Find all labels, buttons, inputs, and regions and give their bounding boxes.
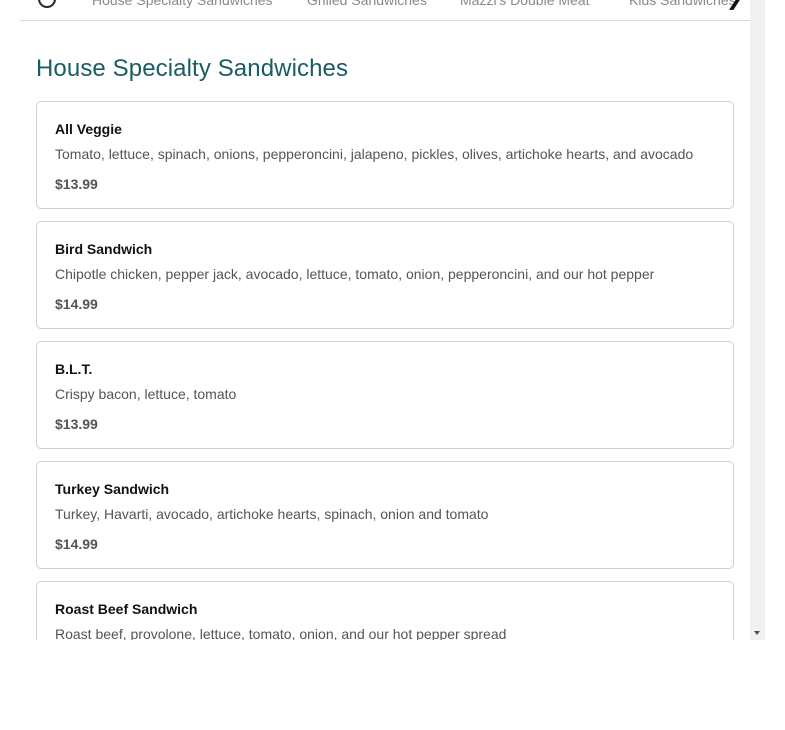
menu-item-description: Tomato, lettuce, spinach, onions, pepper… [55,146,694,162]
tab-mazzis-double-meat[interactable]: Mazzi's Double Meat [460,0,590,8]
menu-item-name: Bird Sandwich [55,241,153,257]
menu-item-card[interactable]: B.L.T. Crispy bacon, lettuce, tomato $13… [36,341,734,449]
menu-item-card[interactable]: All Veggie Tomato, lettuce, spinach, oni… [36,101,734,209]
menu-item-name: Roast Beef Sandwich [55,601,198,617]
page-viewport: House Specialty Sandwiches Grilled Sandw… [0,0,765,640]
tab-grilled-sandwiches[interactable]: Grilled Sandwiches [307,0,427,8]
chevron-right-icon[interactable]: ❯ [726,0,743,9]
tab-kids-sandwiches[interactable]: Kids Sandwiches [629,0,736,8]
menu-item-name: Turkey Sandwich [55,481,170,497]
menu-item-card[interactable]: Turkey Sandwich Turkey, Havarti, avocado… [36,461,734,569]
menu-item-price: $13.99 [55,416,98,432]
section-title: House Specialty Sandwiches [36,55,349,82]
menu-item-description: Crispy bacon, lettuce, tomato [55,386,237,402]
menu-item-name: B.L.T. [55,361,93,377]
category-nav: House Specialty Sandwiches Grilled Sandw… [20,0,750,21]
menu-item-description: Roast beef, provolone, lettuce, tomato, … [55,626,507,640]
circle-back-icon[interactable] [38,0,56,8]
scroll-down-arrow-icon[interactable] [754,631,760,635]
menu-item-card[interactable]: Bird Sandwich Chipotle chicken, pepper j… [36,221,734,329]
menu-item-name: All Veggie [55,121,122,137]
menu-item-price: $13.99 [55,176,98,192]
menu-item-card[interactable]: Roast Beef Sandwich Roast beef, provolon… [36,581,734,640]
menu-item-price: $14.99 [55,536,98,552]
menu-item-price: $14.99 [55,296,98,312]
vertical-scrollbar[interactable] [750,0,765,640]
menu-item-description: Chipotle chicken, pepper jack, avocado, … [55,266,655,282]
menu-item-description: Turkey, Havarti, avocado, artichoke hear… [55,506,489,522]
menu-item-list: All Veggie Tomato, lettuce, spinach, oni… [36,101,734,640]
tab-house-specialty-sandwiches[interactable]: House Specialty Sandwiches [92,0,273,8]
